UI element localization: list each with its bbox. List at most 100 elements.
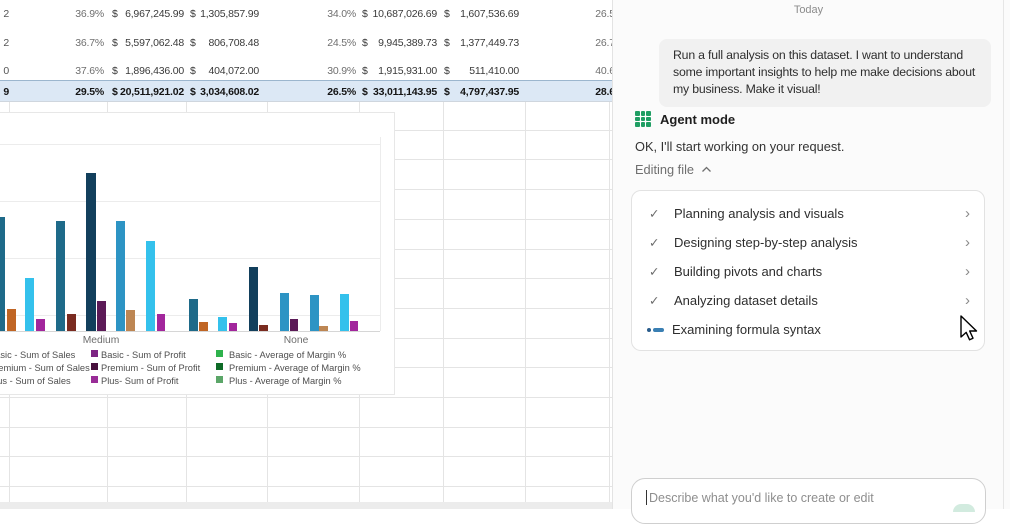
task-row[interactable]: ✓Building pivots and charts› <box>632 257 984 286</box>
currency-symbol: $ <box>362 64 368 79</box>
bar[interactable] <box>86 173 96 331</box>
bar[interactable] <box>157 314 165 331</box>
bar[interactable] <box>116 221 125 331</box>
bar[interactable] <box>218 317 227 331</box>
editing-file-toggle[interactable]: Editing file <box>635 162 712 177</box>
cell-c4[interactable]: $1,377,449.73 <box>444 36 519 51</box>
bar[interactable] <box>97 301 106 331</box>
cell-p1[interactable]: 36.9% <box>34 7 104 22</box>
bar[interactable] <box>67 314 76 331</box>
bar[interactable] <box>310 295 319 331</box>
chat-input[interactable]: Describe what you'd like to create or ed… <box>631 478 986 524</box>
bar[interactable] <box>146 241 155 331</box>
bar[interactable] <box>280 293 289 331</box>
cell-c2[interactable]: $806,708.48 <box>190 36 259 51</box>
bar[interactable] <box>7 309 16 331</box>
bar[interactable] <box>126 310 135 331</box>
cell-a[interactable]: 9 <box>0 85 9 100</box>
bar[interactable] <box>189 299 198 331</box>
bar[interactable] <box>290 319 298 331</box>
legend-entry: Premium - Average of Margin % <box>229 363 361 373</box>
currency-amount: 1,305,857.99 <box>200 7 259 22</box>
bar[interactable] <box>319 326 328 331</box>
task-row[interactable]: ✓Planning analysis and visuals› <box>632 199 984 228</box>
cell-p1[interactable]: 37.6% <box>34 64 104 79</box>
cell-p1[interactable]: 36.7% <box>34 36 104 51</box>
table-row[interactable]: 037.6%$1,896,436.00$404,072.0030.9%$1,91… <box>0 64 612 79</box>
chevron-right-icon[interactable]: › <box>965 234 970 251</box>
legend-entry: Premium - Sum of Sales <box>0 363 90 373</box>
cell-c1[interactable]: $6,967,245.99 <box>112 7 184 22</box>
cell-p2[interactable]: 24.5% <box>286 36 356 51</box>
legend-entry: Basic - Sum of Sales <box>0 350 75 360</box>
embedded-bar-chart[interactable]: MediumNone Basic - Sum of SalesPremium -… <box>0 112 395 395</box>
cell-c2[interactable]: $3,034,608.02 <box>190 85 259 100</box>
cell-c3[interactable]: $33,011,143.95 <box>362 85 437 100</box>
table-row[interactable]: 2 36.7% $5,597,062.48 $806,708.48 24.5% $9,94… <box>0 36 612 51</box>
bar[interactable] <box>25 278 34 331</box>
spreadsheet-pane[interactable]: 2 36.9% $6,967,245.99 $1,305,857.99 34.0% $10… <box>0 0 612 509</box>
table-row[interactable]: 9 29.5% $20,511,921.02 $3,034,608.02 26.5% $3… <box>0 85 612 100</box>
cell-c3[interactable]: $10,687,026.69 <box>362 7 437 22</box>
currency-symbol: $ <box>444 36 450 51</box>
chevron-right-icon[interactable]: › <box>965 292 970 309</box>
bar[interactable] <box>350 321 358 331</box>
bar[interactable] <box>249 267 258 331</box>
chevron-right-icon[interactable]: › <box>965 263 970 280</box>
bar[interactable] <box>56 221 65 331</box>
legend-entry: Basic - Sum of Profit <box>101 350 186 360</box>
cell-a[interactable]: 0 <box>0 64 9 79</box>
chart-gridline <box>0 144 380 145</box>
currency-symbol: $ <box>444 7 450 22</box>
grid-line-horizontal <box>0 486 612 487</box>
task-row[interactable]: Examining formula syntax› <box>632 315 984 344</box>
task-row[interactable]: ✓Analyzing dataset details› <box>632 286 984 315</box>
agent-mode-row: Agent mode <box>635 111 735 127</box>
task-label: Designing step-by-step analysis <box>674 235 965 250</box>
cell-a[interactable]: 2 <box>0 7 9 22</box>
cell-c3[interactable]: $1,915,931.00 <box>362 64 437 79</box>
bar[interactable] <box>259 325 268 331</box>
bar[interactable] <box>340 294 349 331</box>
bar[interactable] <box>36 319 45 331</box>
currency-amount: 404,072.00 <box>208 64 259 79</box>
cell-p1[interactable]: 29.5% <box>34 85 104 100</box>
bar[interactable] <box>0 217 5 331</box>
table-row[interactable]: 2 36.9% $6,967,245.99 $1,305,857.99 34.0% $10… <box>0 7 612 22</box>
cell-c2[interactable]: $1,305,857.99 <box>190 7 259 22</box>
bar[interactable] <box>229 323 237 331</box>
user-message-bubble: Run a full analysis on this dataset. I w… <box>659 39 991 107</box>
currency-symbol: $ <box>112 64 118 79</box>
currency-symbol: $ <box>190 36 196 51</box>
legend-swatch <box>216 350 223 357</box>
chart-plot-right-border <box>380 137 381 331</box>
task-label: Analyzing dataset details <box>674 293 965 308</box>
cell-c1[interactable]: $20,511,921.02 <box>112 85 184 100</box>
send-button-sliver[interactable] <box>953 504 975 512</box>
legend-entry: Plus- Sum of Profit <box>101 376 179 386</box>
task-row[interactable]: ✓Designing step-by-step analysis› <box>632 228 984 257</box>
cell-p2[interactable]: 26.5% <box>286 85 356 100</box>
cell-c4[interactable]: $511,410.00 <box>444 64 519 79</box>
cell-c4[interactable]: $4,797,437.95 <box>444 85 519 100</box>
sheet-bottom-strip <box>0 502 613 509</box>
bar[interactable] <box>199 322 208 331</box>
cell-c1[interactable]: $1,896,436.00 <box>112 64 184 79</box>
grid-line-horizontal <box>0 427 612 428</box>
grid-line-horizontal <box>0 397 612 398</box>
legend-swatch <box>91 350 98 357</box>
cell-p2[interactable]: 30.9% <box>286 64 356 79</box>
legend-entry: Plus - Sum of Sales <box>0 376 71 386</box>
legend-entry: Plus - Average of Margin % <box>229 376 341 386</box>
cell-p2[interactable]: 34.0% <box>286 7 356 22</box>
cell-a[interactable]: 2 <box>0 36 9 51</box>
cell-c3[interactable]: $9,945,389.73 <box>362 36 437 51</box>
task-label: Building pivots and charts <box>674 264 965 279</box>
cell-c4[interactable]: $1,607,536.69 <box>444 7 519 22</box>
currency-amount: 3,034,608.02 <box>200 85 259 100</box>
text-caret <box>646 490 647 505</box>
currency-symbol: $ <box>444 85 450 100</box>
cell-c2[interactable]: $404,072.00 <box>190 64 259 79</box>
cell-c1[interactable]: $5,597,062.48 <box>112 36 184 51</box>
chevron-right-icon[interactable]: › <box>965 205 970 222</box>
